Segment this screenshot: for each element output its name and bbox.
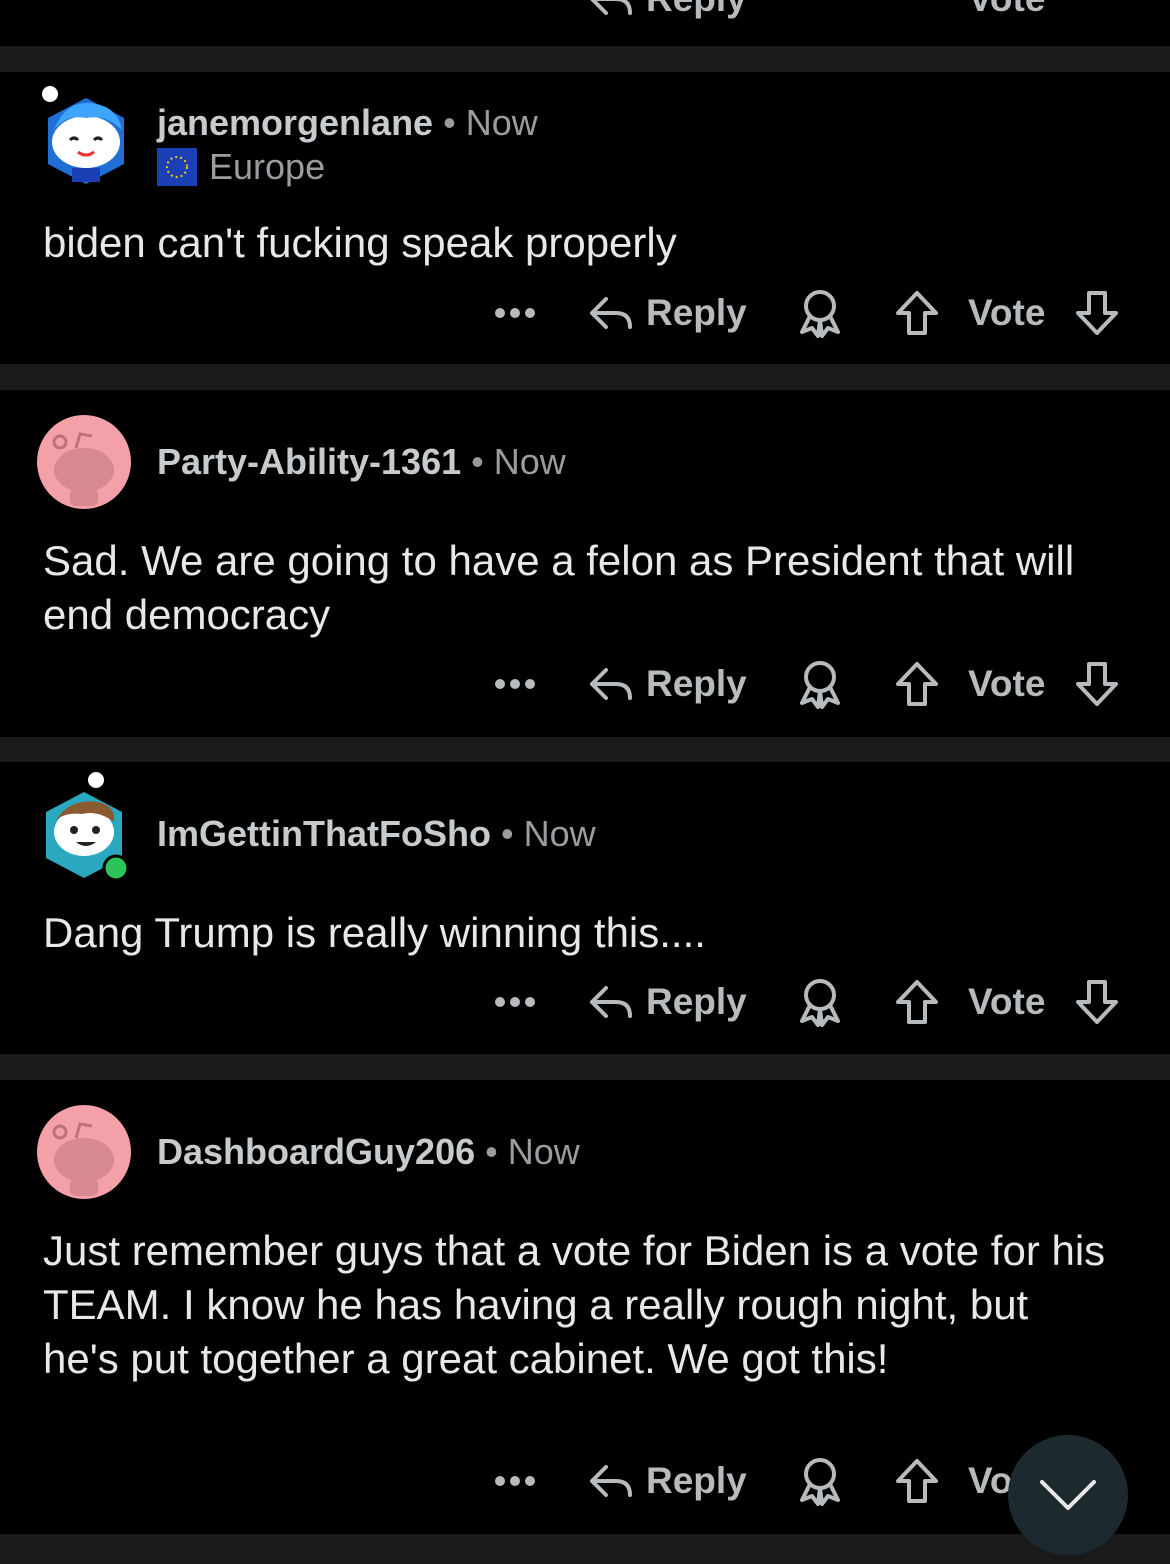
snoo-avatar-icon: [37, 415, 131, 509]
timestamp: Now: [493, 441, 566, 482]
avatar[interactable]: [36, 1104, 132, 1200]
downvote-icon: [1076, 980, 1118, 1024]
more-icon: [495, 679, 535, 689]
more-icon: [495, 308, 535, 318]
comment-actions: Reply Vote: [490, 659, 1130, 709]
vote-count: Vote: [968, 663, 1046, 704]
upvote-icon: [896, 1459, 938, 1503]
avatar[interactable]: [36, 770, 132, 882]
award-icon: [800, 661, 840, 709]
comment-card: janemorgenlane • Now Europe biden can't …: [0, 72, 1170, 364]
comment-actions: Reply Vote: [490, 288, 1130, 338]
username[interactable]: ImGettinThatFoSho: [157, 813, 491, 854]
timestamp: Now: [465, 102, 538, 143]
separator: •: [485, 1131, 498, 1172]
separator: •: [443, 102, 456, 143]
more-icon: [495, 1476, 535, 1486]
comment-meta: Party-Ability-1361 • Now: [157, 441, 566, 483]
vote-count: Vote: [968, 292, 1046, 333]
reply-icon: [590, 1465, 632, 1497]
reply-label: Reply: [646, 1460, 747, 1501]
separator: •: [471, 441, 484, 482]
downvote-button[interactable]: [1074, 977, 1120, 1027]
comment-body: Dang Trump is really winning this....: [43, 909, 706, 956]
avatar[interactable]: [36, 84, 132, 184]
comment-actions: Reply Vote: [490, 977, 1130, 1027]
vote-count: Vote: [968, 981, 1046, 1022]
upvote-button[interactable]: [894, 659, 940, 709]
reply-button[interactable]: Reply: [588, 1456, 747, 1506]
comment-card: Party-Ability-1361 • Now Sad. We are goi…: [0, 390, 1170, 737]
upvote-button[interactable]: [894, 1456, 940, 1506]
comment-body: Just remember guys that a vote for Biden…: [43, 1227, 1106, 1382]
reply-icon: [590, 0, 632, 15]
downvote-button[interactable]: [1074, 288, 1120, 338]
comment-meta: DashboardGuy206 • Now: [157, 1131, 580, 1173]
eu-flag-icon: [157, 148, 197, 186]
comment-actions: Reply Vote: [490, 0, 1130, 24]
comment-meta: janemorgenlane • Now: [157, 102, 538, 144]
timestamp: Now: [507, 1131, 580, 1172]
separator: •: [500, 813, 514, 854]
vote-count: Vo: [968, 1460, 1013, 1501]
reply-button[interactable]: Reply: [588, 977, 747, 1027]
upvote-icon: [896, 662, 938, 706]
reply-label: Reply: [646, 0, 747, 20]
chevron-down-icon: [1040, 1480, 1096, 1510]
reply-label: Reply: [646, 663, 747, 704]
downvote-icon: [1076, 291, 1118, 335]
reply-button[interactable]: Reply: [588, 0, 747, 24]
reply-label: Reply: [646, 292, 747, 333]
award-button[interactable]: [796, 1456, 844, 1506]
award-button[interactable]: [796, 977, 844, 1027]
comment-card-partial: Reply Vote: [0, 0, 1170, 46]
more-button[interactable]: [494, 1456, 536, 1506]
reply-button[interactable]: Reply: [588, 659, 747, 709]
timestamp: Now: [523, 813, 596, 854]
comment-meta: ImGettinThatFoSho • Now: [157, 813, 596, 855]
upvote-icon: [896, 291, 938, 335]
reply-button[interactable]: Reply: [588, 288, 747, 338]
reply-icon: [590, 668, 632, 700]
vote-label: Vote: [968, 0, 1045, 24]
avatar[interactable]: [36, 414, 132, 510]
award-icon: [800, 290, 840, 338]
user-flair: Europe: [157, 146, 325, 188]
more-button[interactable]: [494, 977, 536, 1027]
comment-card: ImGettinThatFoSho • Now Dang Trump is re…: [0, 762, 1170, 1054]
award-icon: [800, 979, 840, 1027]
snoo-avatar-icon: [37, 1105, 131, 1199]
downvote-icon: [1076, 662, 1118, 706]
more-button[interactable]: [494, 288, 536, 338]
upvote-button[interactable]: [894, 288, 940, 338]
reply-icon: [590, 297, 632, 329]
award-button[interactable]: [796, 288, 844, 338]
username[interactable]: DashboardGuy206: [157, 1131, 475, 1172]
flair-text: Europe: [209, 146, 326, 187]
award-icon: [800, 1458, 840, 1506]
online-indicator: [102, 854, 130, 882]
comment-body: biden can't fucking speak properly: [43, 219, 677, 266]
upvote-button[interactable]: [894, 977, 940, 1027]
award-button[interactable]: [796, 659, 844, 709]
username[interactable]: janemorgenlane: [157, 102, 433, 143]
reply-label: Reply: [646, 981, 747, 1022]
more-button[interactable]: [494, 659, 536, 709]
avatar-icon: [42, 86, 124, 184]
collapse-button[interactable]: [1008, 1435, 1128, 1555]
avatar-icon: [46, 772, 130, 882]
reply-icon: [590, 986, 632, 1018]
comment-card: DashboardGuy206 • Now Just remember guys…: [0, 1080, 1170, 1534]
more-icon: [495, 997, 535, 1007]
comment-body: Sad. We are going to have a felon as Pre…: [43, 537, 1075, 638]
downvote-button[interactable]: [1074, 659, 1120, 709]
username[interactable]: Party-Ability-1361: [157, 441, 461, 482]
upvote-icon: [896, 980, 938, 1024]
